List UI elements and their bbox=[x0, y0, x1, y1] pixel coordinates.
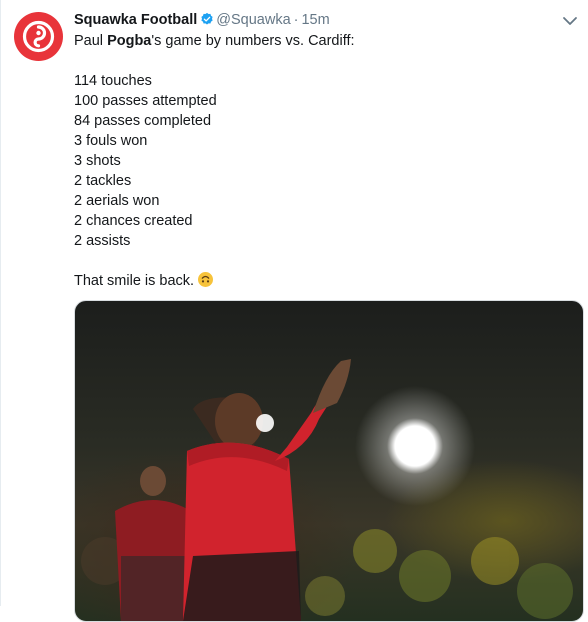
player-name: Pogba bbox=[107, 33, 152, 49]
tweet-header: Squawka Football @Squawka · 15m bbox=[74, 11, 330, 32]
verified-badge-icon bbox=[200, 12, 214, 32]
timeline-divider bbox=[0, 0, 1, 606]
stat-line: 3 shots bbox=[74, 153, 121, 169]
stat-line: 114 touches bbox=[74, 73, 152, 89]
background-player bbox=[115, 466, 191, 621]
stat-line: 2 aerials won bbox=[74, 193, 160, 209]
photo-scene bbox=[81, 359, 573, 621]
chevron-down-icon[interactable] bbox=[562, 14, 578, 28]
tweet-text: Paul Pogba's game by numbers vs. Cardiff… bbox=[74, 31, 574, 291]
meta-separator: · bbox=[293, 12, 299, 28]
closing-line: That smile is back. bbox=[74, 271, 574, 291]
upside-down-face-emoji-icon bbox=[198, 272, 214, 287]
tweet-timestamp[interactable]: 15m bbox=[301, 12, 329, 28]
stat-line: 2 tackles bbox=[74, 173, 132, 189]
tweet-photo[interactable] bbox=[74, 300, 584, 622]
stat-line: 2 assists bbox=[74, 233, 131, 249]
avatar[interactable] bbox=[14, 12, 63, 61]
stat-line: 100 passes attempted bbox=[74, 93, 217, 109]
tweet-intro-line: Paul Pogba's game by numbers vs. Cardiff… bbox=[74, 33, 355, 49]
author-handle[interactable]: @Squawka bbox=[216, 12, 290, 28]
stat-line: 3 fouls won bbox=[74, 133, 148, 149]
stat-line: 84 passes completed bbox=[74, 113, 212, 129]
author-name[interactable]: Squawka Football bbox=[74, 12, 197, 28]
stat-line: 2 chances created bbox=[74, 213, 193, 229]
squawka-logo-icon bbox=[22, 20, 55, 53]
